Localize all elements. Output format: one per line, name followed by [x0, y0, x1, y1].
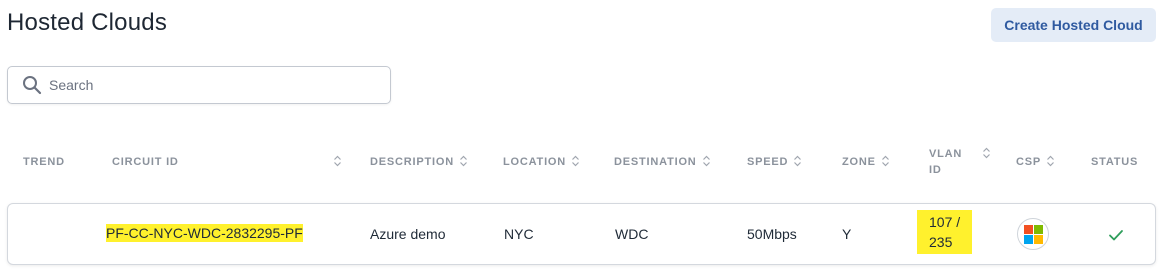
sort-icon[interactable]: [459, 155, 468, 167]
search-input[interactable]: [49, 77, 369, 93]
circuit-id-text: PF-CC-NYC-WDC-2832295-PF: [106, 224, 303, 242]
column-header-label: DESCRIPTION: [370, 156, 454, 168]
sort-icon[interactable]: [881, 155, 890, 167]
sort-icon[interactable]: [982, 147, 991, 159]
trend-cell: [16, 224, 86, 244]
zone-cell: Y: [842, 226, 852, 242]
column-header-circuit-id[interactable]: CIRCUIT ID: [112, 154, 179, 170]
sort-icon[interactable]: [702, 155, 711, 167]
checkmark-icon: [1109, 230, 1123, 241]
column-header-vlan-id[interactable]: VLAN ID: [929, 146, 962, 178]
sort-icon[interactable]: [571, 155, 580, 167]
column-header-status: STATUS: [1091, 154, 1138, 170]
column-header-destination[interactable]: DESTINATION: [614, 154, 711, 170]
destination-cell: WDC: [615, 226, 649, 242]
sort-icon[interactable]: [1046, 155, 1055, 167]
column-header-trend: TREND: [23, 154, 65, 170]
vlan-id-line2: 235: [929, 234, 953, 250]
search-icon: [21, 74, 43, 96]
speed-cell: 50Mbps: [747, 226, 797, 242]
column-header-description[interactable]: DESCRIPTION: [370, 154, 468, 170]
column-header-csp[interactable]: CSP: [1016, 154, 1055, 170]
location-cell: NYC: [504, 226, 534, 242]
column-header-label: CIRCUIT ID: [112, 156, 179, 168]
column-header-zone[interactable]: ZONE: [842, 154, 890, 170]
table-row[interactable]: PF-CC-NYC-WDC-2832295-PF Azure demo NYC …: [7, 203, 1156, 265]
column-header-label: ZONE: [842, 156, 876, 168]
column-header-label: DESTINATION: [614, 156, 697, 168]
column-header-speed[interactable]: SPEED: [747, 154, 802, 170]
search-box[interactable]: [7, 66, 391, 104]
column-header-label: VLAN: [929, 148, 963, 160]
column-header-location[interactable]: LOCATION: [503, 154, 580, 170]
column-header-label: STATUS: [1091, 156, 1139, 168]
circuit-id-cell[interactable]: PF-CC-NYC-WDC-2832295-PF: [106, 223, 303, 243]
microsoft-logo-icon: [1017, 218, 1049, 250]
create-hosted-cloud-button[interactable]: Create Hosted Cloud: [991, 8, 1156, 42]
column-header-label: SPEED: [747, 156, 789, 168]
column-header-label: ID: [929, 164, 942, 176]
column-header-label: LOCATION: [503, 156, 567, 168]
vlan-id-cell: 107 / 235: [917, 210, 973, 254]
description-cell: Azure demo: [370, 226, 446, 242]
column-header-label: CSP: [1016, 156, 1042, 168]
column-header-label: TREND: [23, 156, 65, 168]
vlan-id-line1: 107 /: [929, 214, 961, 230]
vlan-id-value: 107 / 235: [917, 210, 973, 254]
sort-icon[interactable]: [793, 155, 802, 167]
sort-icon[interactable]: [333, 155, 342, 167]
page-title: Hosted Clouds: [7, 9, 168, 36]
